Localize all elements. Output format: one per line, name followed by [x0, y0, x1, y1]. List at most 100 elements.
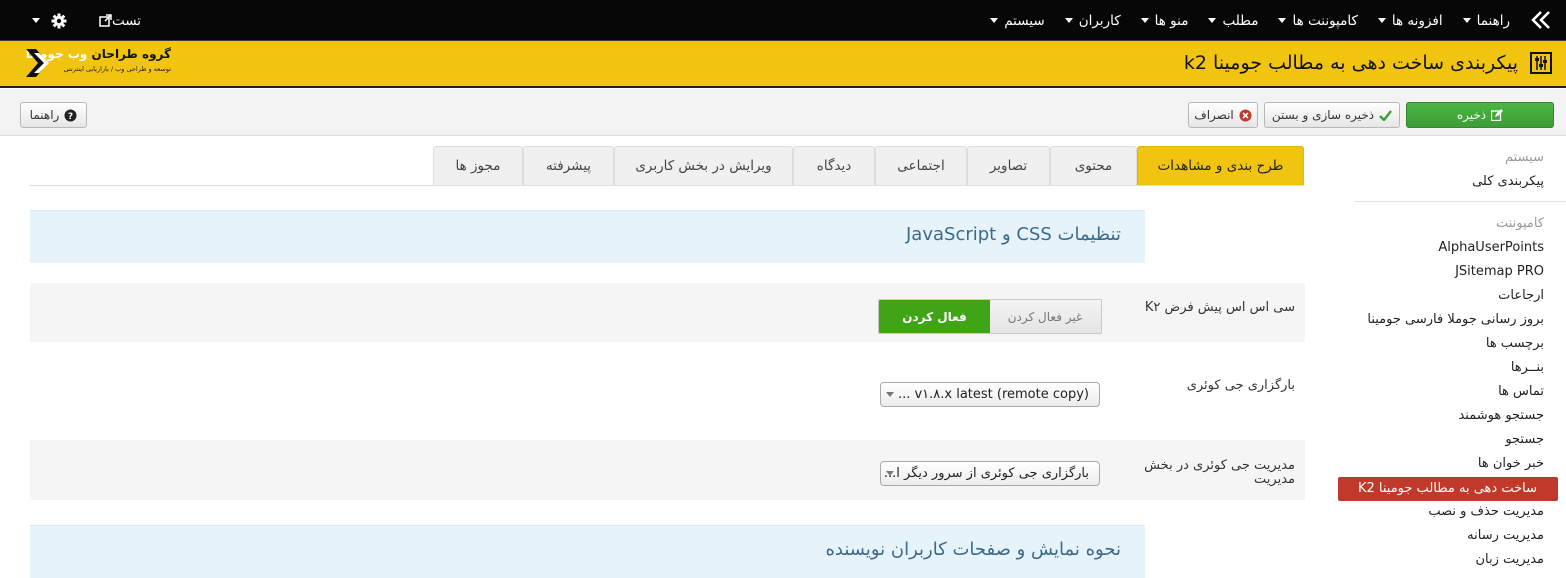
caret-down-icon [1208, 18, 1217, 23]
main-menu: سیستم کاربران منو ها مطلب کامپوننت ها اف… [970, 0, 1510, 41]
caret-down-icon [32, 18, 40, 23]
page-header: پیکربندی ساخت دهی به مطالب جومینا k2 گرو… [0, 41, 1566, 88]
setting-row-jquery-admin: مدیریت جی کوئری در بخش مدیریت بارگزاری ج… [30, 440, 1305, 500]
menu-content[interactable]: مطلب [1208, 13, 1258, 29]
tab-layout-and-views[interactable]: طرح بندی و مشاهدات [1137, 146, 1304, 185]
k2-css-label: سی اس اس پیش فرض K۲ [1144, 300, 1295, 315]
section-title-author-pages: نحوه نمایش و صفحات کاربران نویسنده [825, 539, 1121, 560]
menu-content-label: مطلب [1222, 12, 1259, 29]
menu-system-label: سیستم [1004, 12, 1045, 29]
sidebar-item-redirects[interactable]: ارجاعات [1498, 288, 1544, 303]
menu-extensions-label: افزونه ها [1391, 12, 1443, 29]
menu-help-label: راهنما [1476, 12, 1510, 29]
joomla-menu-chevron-icon[interactable] [1530, 10, 1552, 30]
k2-css-toggle[interactable]: غیر فعال کردن فعال کردن [878, 299, 1102, 334]
sidebar-item-k2-active[interactable]: ساخت دهی به مطالب جومینا K2 [1338, 477, 1558, 501]
sidebar-item-alphauserpoints[interactable]: AlphaUserPoints [1438, 240, 1544, 255]
caret-down-icon [1278, 18, 1287, 23]
tab-images[interactable]: تصاویر [967, 146, 1050, 185]
tab-permissions[interactable]: مجوز ها [433, 146, 523, 185]
page-title: پیکربندی ساخت دهی به مطالب جومینا k2 [1183, 52, 1518, 74]
cancel-button[interactable]: انصراف [1188, 102, 1258, 128]
jquery-admin-select[interactable]: بارگزاری جی کوئری از سرور دیگر ا... [880, 461, 1100, 486]
external-link-icon [99, 14, 112, 27]
help-button[interactable]: ? راهنما [20, 102, 87, 128]
gear-icon [51, 13, 67, 28]
sidebar-item-joomina-update[interactable]: بروز رسانی جوملا فارسی جومینا [1367, 312, 1544, 327]
menu-components[interactable]: کامپوننت ها [1278, 12, 1358, 29]
sidebar-item-search[interactable]: جستجو [1505, 432, 1544, 447]
tab-comments[interactable]: دیدگاه [793, 146, 875, 185]
view-site-link[interactable]: تست [95, 13, 141, 29]
tab-advanced[interactable]: پیشرفته [523, 146, 614, 185]
chevron-down-icon [886, 471, 894, 476]
save-label: ذخیره [1456, 108, 1487, 122]
sidebar-heading-component: کامپوننت [1495, 216, 1544, 231]
checkmark-icon [1379, 109, 1393, 121]
caret-down-icon [990, 18, 999, 23]
toggle-enable-option[interactable]: فعال کردن [879, 300, 990, 333]
section-header-author-pages: نحوه نمایش و صفحات کاربران نویسنده [30, 525, 1145, 578]
tab-bar: طرح بندی و مشاهدات محتوی تصاویر اجتماعی … [30, 146, 1305, 186]
section-title-css-js: تنظیمات CSS و JavaScript [906, 224, 1121, 245]
sidebar-item-media[interactable]: مدیریت رسانه [1467, 528, 1544, 543]
edit-icon [1491, 109, 1504, 121]
caret-down-icon [1462, 18, 1471, 23]
view-site-label: تست [112, 12, 142, 29]
menu-system[interactable]: سیستم [990, 13, 1045, 29]
question-circle-icon: ? [64, 109, 77, 122]
sidebar-item-tags[interactable]: برچسب ها [1486, 336, 1544, 351]
logo-chevron-icon [26, 49, 49, 77]
menu-users-label: کاربران [1078, 12, 1121, 29]
caret-down-icon [1064, 18, 1073, 23]
logo-text-main: گروه طراحان [91, 47, 171, 61]
jquery-label: بارگزاری جی کوئری [1186, 378, 1295, 393]
sidebar-heading-system: سیستم [1505, 150, 1544, 165]
caret-down-icon [1140, 18, 1149, 23]
sidebar-item-jsitemap-pro[interactable]: JSitemap PRO [1455, 264, 1544, 279]
sidebar-item-installer[interactable]: مدیریت حذف و نصب [1428, 504, 1544, 519]
save-and-close-button[interactable]: ذخیره سازی و بستن [1264, 102, 1400, 128]
top-navbar: سیستم کاربران منو ها مطلب کامپوننت ها اف… [0, 0, 1566, 41]
setting-row-k2-css: سی اس اس پیش فرض K۲ غیر فعال کردن فعال ک… [30, 283, 1305, 342]
chevron-down-icon [886, 392, 894, 397]
logo-subtitle: توسعه و طراحی وب / بازاریابی اینترنتی [63, 65, 171, 73]
topnav-user-area: تست [32, 0, 141, 41]
sidebar-divider [1354, 201, 1566, 202]
jquery-select-value: v۱.۸.x latest (remote copy) ... [897, 387, 1089, 402]
menu-help[interactable]: راهنما [1462, 12, 1510, 29]
menu-menus-label: منو ها [1154, 12, 1189, 29]
sidebar-item-banners[interactable]: بنــرها [1511, 360, 1544, 375]
sidebar-item-languages[interactable]: مدیریت زبان [1476, 552, 1545, 567]
cancel-circle-icon [1239, 109, 1252, 122]
jquery-select[interactable]: v۱.۸.x latest (remote copy) ... [880, 382, 1100, 407]
menu-menus[interactable]: منو ها [1140, 12, 1189, 29]
tab-frontend-editing[interactable]: ویرایش در بخش کاربری [614, 146, 793, 185]
cancel-label: انصراف [1194, 108, 1234, 122]
section-header-css-js: تنظیمات CSS و JavaScript [30, 210, 1145, 263]
sidebar-item-global-configuration[interactable]: پیکربندی کلی [1472, 174, 1544, 189]
menu-extensions[interactable]: افزونه ها [1377, 12, 1443, 29]
caret-down-icon [1377, 18, 1386, 23]
user-settings-dropdown[interactable] [32, 13, 67, 29]
sidebar-item-contacts[interactable]: تماس ها [1498, 384, 1544, 399]
settings-sliders-icon [1530, 52, 1552, 74]
tab-social[interactable]: اجتماعی [875, 146, 967, 185]
sidebar-item-smart-search[interactable]: جستجو هوشمند [1458, 408, 1544, 423]
toolbar: ذخیره ذخیره سازی و بستن انصراف ? راهنما [0, 89, 1566, 136]
save-button[interactable]: ذخیره [1406, 102, 1554, 128]
menu-users[interactable]: کاربران [1064, 12, 1121, 29]
jquery-admin-label: مدیریت جی کوئری در بخش مدیریت [1144, 458, 1295, 487]
help-label: راهنما [29, 108, 60, 122]
sidebar-item-newsfeeds[interactable]: خبر خوان ها [1478, 456, 1544, 471]
options-sidebar: سیستم پیکربندی کلی کامپوننت AlphaUserPoi… [1338, 136, 1566, 578]
save-and-close-label: ذخیره سازی و بستن [1271, 108, 1375, 122]
sidebar-item-k2-label: ساخت دهی به مطالب جومینا K2 [1357, 481, 1537, 496]
jquery-admin-select-value: بارگزاری جی کوئری از سرور دیگر ا... [883, 466, 1089, 481]
menu-components-label: کامپوننت ها [1292, 12, 1358, 29]
svg-text:?: ? [68, 112, 73, 122]
toggle-disable-option[interactable]: غیر فعال کردن [989, 300, 1101, 333]
site-logo[interactable]: گروه طراحان وب جومینا توسعه و طراحی وب /… [26, 45, 171, 83]
tab-content[interactable]: محتوی [1050, 146, 1137, 185]
setting-row-jquery: بارگزاری جی کوئری v۱.۸.x latest (remote … [30, 360, 1305, 426]
